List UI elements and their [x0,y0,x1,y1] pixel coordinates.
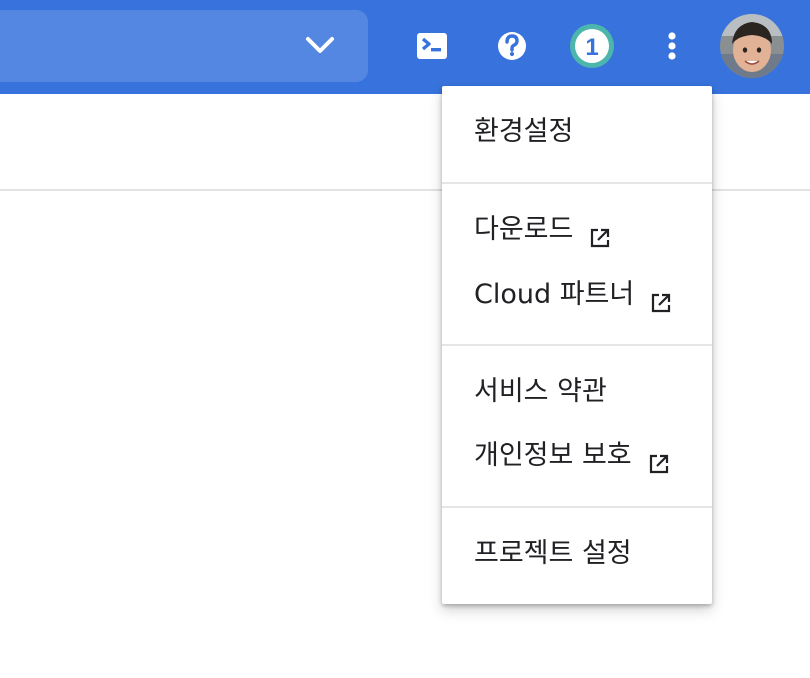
menu-item-label: 다운로드 [474,214,574,245]
menu-item-label: 환경설정 [474,116,574,147]
open-in-new-icon [650,284,672,313]
top-app-bar: 1 [0,0,810,94]
more-vert-icon[interactable] [646,22,698,74]
menu-item-terms[interactable]: 서비스 약관 [474,370,607,414]
project-selector[interactable] [0,10,368,82]
menu-item-label: 프로젝트 설정 [474,538,632,569]
menu-item-label: 개인정보 보호 [474,440,632,471]
menu-divider [442,182,712,184]
notification-count: 1 [585,34,598,61]
overflow-menu: 환경설정 다운로드 Cloud 파트너 서비스 약관 개인정보 보호 프로젝트 … [442,86,712,604]
menu-divider [442,506,712,508]
open-in-new-icon [589,219,611,248]
notification-badge[interactable]: 1 [566,21,618,73]
menu-item-label: 서비스 약관 [474,376,607,407]
account-avatar[interactable] [720,14,784,78]
menu-divider [442,344,712,346]
menu-item-project-settings[interactable]: 프로젝트 설정 [474,532,632,576]
menu-item-label: Cloud 파트너 [474,279,635,310]
cloud-shell-icon[interactable] [406,22,458,74]
menu-item-downloads[interactable]: 다운로드 [474,208,611,252]
help-icon[interactable] [486,22,538,74]
menu-item-privacy[interactable]: 개인정보 보호 [474,434,670,478]
open-in-new-icon [648,445,670,474]
menu-item-cloud-partners[interactable]: Cloud 파트너 [474,273,672,317]
chevron-down-icon[interactable] [300,30,340,62]
menu-item-preferences[interactable]: 환경설정 [474,110,573,154]
